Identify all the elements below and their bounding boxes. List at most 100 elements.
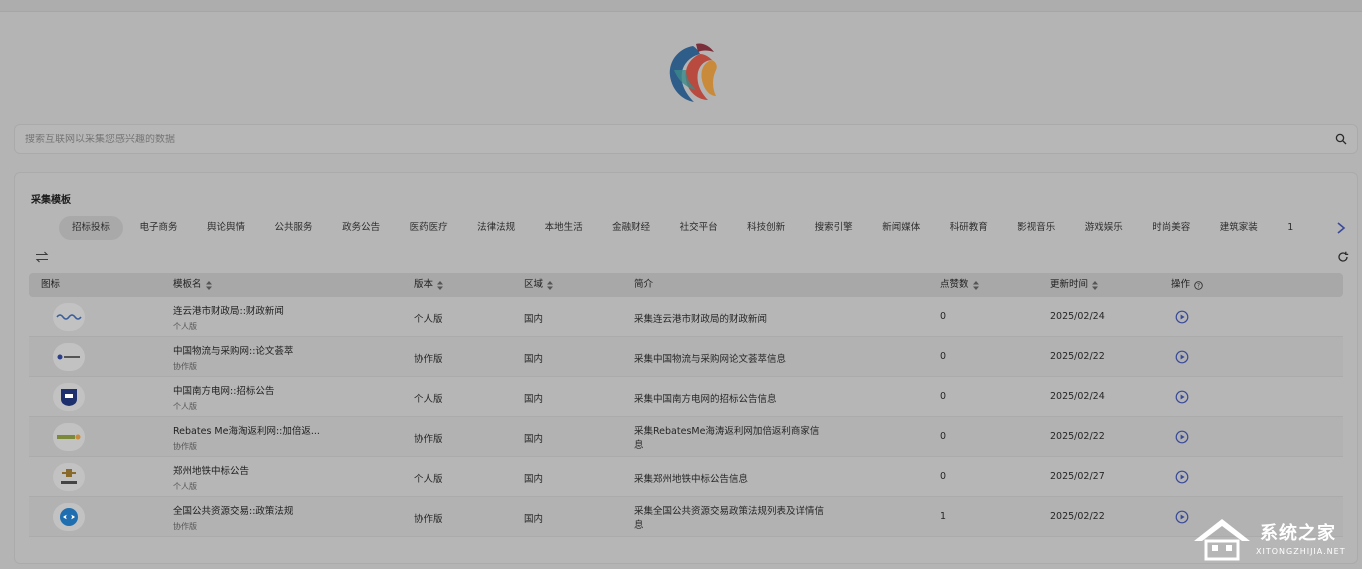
desc-cell: 采集RebatesMe海涛返利网加倍返利商家信 — [634, 426, 820, 437]
likes-cell: 0 — [940, 471, 947, 482]
likes-cell: 0 — [940, 431, 947, 442]
region-cell: 国内 — [524, 474, 544, 485]
desc-cell-cont: 息 — [634, 440, 644, 451]
table-row[interactable]: Rebates Me海淘返利网::加倍返... 协作版 协作版 国内 采集Reb… — [29, 417, 1343, 457]
likes-cell: 1 — [940, 511, 947, 522]
sort-icon[interactable] — [437, 280, 444, 290]
search-icon[interactable] — [1335, 133, 1347, 145]
tab-17[interactable]: 建筑家装 — [1207, 216, 1271, 240]
version-cell: 协作版 — [414, 514, 443, 525]
tab-11[interactable]: 搜索引擎 — [802, 216, 866, 240]
category-tabs: 招标投标 电子商务 舆论舆情 公共服务 政务公告 医药医疗 法律法规 本地生活 金融财经 社交平台… — [59, 216, 1327, 240]
updated-cell: 2025/02/22 — [1050, 351, 1105, 362]
table-row[interactable]: 全国公共资源交易::政策法规 协作版 协作版 国内 采集全国公共资源交易政策法规… — [29, 497, 1343, 537]
header-version[interactable]: 版本 — [414, 273, 444, 297]
likes-cell: 0 — [940, 351, 947, 362]
table-header: 图标 模板名 版本 区域 简介 点赞数 更新时间 操作 ? — [29, 273, 1343, 297]
tab-1[interactable]: 电子商务 — [127, 216, 191, 240]
template-edition: 协作版 — [173, 442, 197, 451]
header-icon: 图标 — [41, 279, 61, 290]
updated-cell: 2025/02/22 — [1050, 431, 1105, 442]
tab-3[interactable]: 公共服务 — [262, 216, 326, 240]
desc-cell: 采集中国南方电网的招标公告信息 — [634, 394, 777, 405]
version-cell: 个人版 — [414, 314, 443, 325]
phoenix-logo-icon — [669, 43, 717, 102]
tab-18[interactable]: 1 — [1274, 216, 1306, 240]
template-panel: 采集模板 招标投标 电子商务 舆论舆情 公共服务 政务公告 医药医疗 法律法规 本地生活 金融财… — [14, 172, 1358, 564]
play-icon[interactable] — [1175, 470, 1189, 484]
template-name[interactable]: 全国公共资源交易::政策法规 — [173, 503, 293, 517]
template-edition: 协作版 — [173, 522, 197, 531]
house-logo-icon — [1194, 519, 1250, 561]
play-icon[interactable] — [1175, 390, 1189, 404]
template-name[interactable]: 郑州地铁中标公告 — [173, 463, 249, 477]
desc-cell: 采集全国公共资源交易政策法规列表及详情信 — [634, 506, 825, 517]
watermark-sub: XITONGZHIJIA.NET — [1256, 547, 1346, 556]
tab-7[interactable]: 本地生活 — [532, 216, 596, 240]
updated-cell: 2025/02/24 — [1050, 311, 1105, 322]
template-name[interactable]: 连云港市财政局::财政新闻 — [173, 303, 284, 317]
shield-logo-icon — [53, 383, 85, 411]
play-icon[interactable] — [1175, 350, 1189, 364]
sort-icon[interactable] — [205, 280, 212, 290]
tab-13[interactable]: 科研教育 — [937, 216, 1001, 240]
search-bar[interactable] — [14, 124, 1358, 154]
region-cell: 国内 — [524, 354, 544, 365]
likes-cell: 0 — [940, 391, 947, 402]
header-desc: 简介 — [634, 279, 654, 290]
template-name[interactable]: 中国物流与采购网::论文荟萃 — [173, 343, 293, 357]
metro-logo-icon — [53, 463, 85, 491]
search-input[interactable] — [25, 133, 1335, 145]
tab-16[interactable]: 时尚美容 — [1139, 216, 1203, 240]
top-bar — [0, 0, 1362, 12]
desc-cell: 采集中国物流与采购网论文荟萃信息 — [634, 354, 787, 365]
template-edition: 协作版 — [173, 362, 197, 371]
tab-10[interactable]: 科技创新 — [734, 216, 798, 240]
chinawuliu-logo-icon — [53, 343, 85, 371]
updated-cell: 2025/02/24 — [1050, 391, 1105, 402]
tab-8[interactable]: 金融财经 — [599, 216, 663, 240]
tab-5[interactable]: 医药医疗 — [397, 216, 461, 240]
updated-cell: 2025/02/27 — [1050, 471, 1105, 482]
tab-14[interactable]: 影视音乐 — [1004, 216, 1068, 240]
tab-9[interactable]: 社交平台 — [667, 216, 731, 240]
chevron-right-icon[interactable] — [1335, 221, 1347, 235]
sort-icon[interactable] — [1092, 280, 1099, 290]
tab-4[interactable]: 政务公告 — [329, 216, 393, 240]
tab-2[interactable]: 舆论舆情 — [194, 216, 258, 240]
version-cell: 协作版 — [414, 434, 443, 445]
region-cell: 国内 — [524, 434, 544, 445]
sort-icon[interactable] — [547, 280, 554, 290]
play-icon[interactable] — [1175, 430, 1189, 444]
globe-logo-icon — [53, 503, 85, 531]
tab-0[interactable]: 招标投标 — [59, 216, 124, 240]
header-action: 操作 ? — [1171, 273, 1203, 297]
table-row[interactable]: 郑州地铁中标公告 个人版 个人版 国内 采集郑州地铁中标公告信息 0 2025/… — [29, 457, 1343, 497]
refresh-icon[interactable] — [1337, 251, 1349, 263]
header-likes[interactable]: 点赞数 — [940, 273, 979, 297]
likes-cell: 0 — [940, 311, 947, 322]
desc-cell: 采集连云港市财政局的财政新闻 — [634, 314, 768, 325]
wave-logo-icon — [53, 303, 85, 331]
tab-6[interactable]: 法律法规 — [464, 216, 528, 240]
table-row[interactable]: 中国物流与采购网::论文荟萃 协作版 协作版 国内 采集中国物流与采购网论文荟萃… — [29, 337, 1343, 377]
tab-15[interactable]: 游戏娱乐 — [1072, 216, 1136, 240]
header-updated[interactable]: 更新时间 — [1050, 273, 1099, 297]
header-name[interactable]: 模板名 — [173, 273, 212, 297]
rebatesme-logo-icon — [53, 423, 85, 451]
template-table: 图标 模板名 版本 区域 简介 点赞数 更新时间 操作 ? 连云港市财政局::财… — [29, 273, 1343, 537]
region-cell: 国内 — [524, 314, 544, 325]
table-row[interactable]: 连云港市财政局::财政新闻 个人版 个人版 国内 采集连云港市财政局的财政新闻 … — [29, 297, 1343, 337]
header-region[interactable]: 区域 — [524, 273, 554, 297]
version-cell: 个人版 — [414, 394, 443, 405]
table-row[interactable]: 中国南方电网::招标公告 个人版 个人版 国内 采集中国南方电网的招标公告信息 … — [29, 377, 1343, 417]
desc-cell: 采集郑州地铁中标公告信息 — [634, 474, 749, 485]
swap-icon[interactable] — [35, 251, 49, 263]
play-icon[interactable] — [1175, 310, 1189, 324]
region-cell: 国内 — [524, 394, 544, 405]
template-name[interactable]: Rebates Me海淘返利网::加倍返... — [173, 423, 320, 437]
tab-12[interactable]: 新闻媒体 — [869, 216, 933, 240]
sort-icon[interactable] — [972, 280, 979, 290]
help-icon[interactable]: ? — [1194, 280, 1203, 290]
template-name[interactable]: 中国南方电网::招标公告 — [173, 383, 274, 397]
